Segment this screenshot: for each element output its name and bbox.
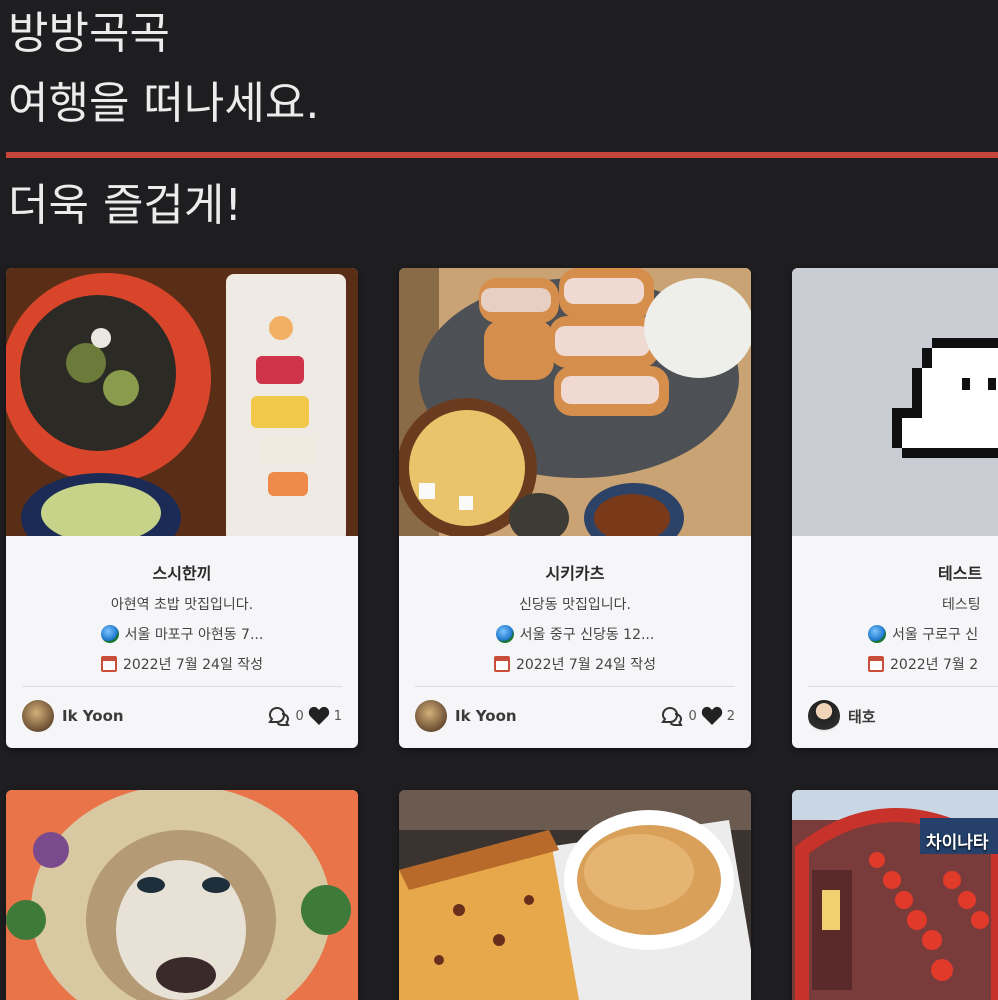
ghost-icon (792, 268, 998, 536)
hero-divider (6, 152, 998, 158)
post-image[interactable] (792, 268, 998, 536)
like-count: 2 (726, 708, 735, 724)
chinatown-sign-text: 차이나타 (926, 833, 989, 853)
calendar-icon (100, 656, 117, 672)
post-address-text: 서울 구로구 신 (892, 627, 979, 643)
cake-coffee-image (399, 790, 751, 1000)
heart-icon[interactable] (701, 706, 723, 726)
post-card[interactable]: 테스트 테스팅 서울 구로구 신 2022년 7월 2 태호 (792, 268, 998, 748)
divider (22, 686, 342, 687)
post-title[interactable]: 테스트 (938, 560, 982, 584)
post-image[interactable] (6, 790, 358, 1000)
post-date: 2022년 7월 24일 작성 (6, 654, 358, 674)
post-description: 테스팅 (942, 597, 981, 613)
divider (808, 686, 998, 687)
globe-icon (100, 625, 119, 643)
like-count: 1 (333, 708, 342, 724)
post-card[interactable] (6, 790, 358, 1000)
post-address: 서울 구로구 신 (868, 624, 978, 644)
post-stats: 0 2 (660, 706, 735, 726)
comment-count: 0 (295, 708, 304, 724)
post-address-text: 서울 마포구 아현동 7... (124, 627, 264, 643)
post-date-text: 2022년 7월 24일 작성 (122, 657, 264, 673)
post-stats: 0 1 (267, 706, 342, 726)
avatar[interactable] (415, 700, 447, 732)
post-address: 서울 마포구 아현동 7... (6, 624, 358, 644)
calendar-icon (493, 656, 510, 672)
post-image[interactable] (6, 268, 358, 536)
post-description: 아현역 초밥 맛집입니다. (110, 597, 254, 613)
hero-line-1: 방방곡곡 (8, 8, 170, 59)
heart-icon[interactable] (308, 706, 330, 726)
comment-icon[interactable] (267, 706, 291, 726)
post-footer: Ik Yoon 0 2 (415, 698, 735, 734)
divider (415, 686, 735, 687)
globe-icon (495, 625, 514, 643)
post-title[interactable]: 스시한끼 (6, 560, 358, 584)
post-image[interactable] (399, 790, 751, 1000)
comment-count: 0 (688, 708, 697, 724)
post-image[interactable] (399, 268, 751, 536)
comment-icon[interactable] (660, 706, 684, 726)
post-date-text: 2022년 7월 2 (890, 657, 979, 673)
author-name[interactable]: Ik Yoon (62, 707, 124, 725)
author-name[interactable]: 태호 (848, 706, 876, 727)
hero-line-2: 여행을 떠나세요. (8, 78, 320, 129)
author-name[interactable]: Ik Yoon (455, 707, 517, 725)
calendar-icon (868, 656, 884, 672)
post-title[interactable]: 시키카츠 (399, 560, 751, 584)
post-footer: 태호 (808, 698, 982, 734)
post-card[interactable]: 스시한끼 아현역 초밥 맛집입니다. 서울 마포구 아현동 7... 2022년… (6, 268, 358, 748)
post-address: 서울 중구 신당동 12... (399, 624, 751, 644)
lion-noodle-art-image (6, 790, 358, 1000)
post-card[interactable] (399, 790, 751, 1000)
globe-icon (868, 625, 886, 643)
post-card[interactable]: 차이나타 (792, 790, 998, 1000)
post-image[interactable]: 차이나타 (792, 790, 998, 1000)
post-address-text: 서울 중구 신당동 12... (519, 627, 655, 643)
post-footer: Ik Yoon 0 1 (22, 698, 342, 734)
hero-line-3: 더욱 즐겁게! (8, 180, 243, 231)
post-date: 2022년 7월 2 (868, 654, 978, 674)
post-description: 신당동 맛집입니다. (519, 597, 631, 613)
post-date-text: 2022년 7월 24일 작성 (515, 657, 657, 673)
avatar[interactable] (22, 700, 54, 732)
post-card[interactable]: 시키카츠 신당동 맛집입니다. 서울 중구 신당동 12... 2022년 7월… (399, 268, 751, 748)
post-date: 2022년 7월 24일 작성 (399, 654, 751, 674)
avatar[interactable] (808, 700, 840, 732)
chinatown-street-image (792, 790, 998, 1000)
